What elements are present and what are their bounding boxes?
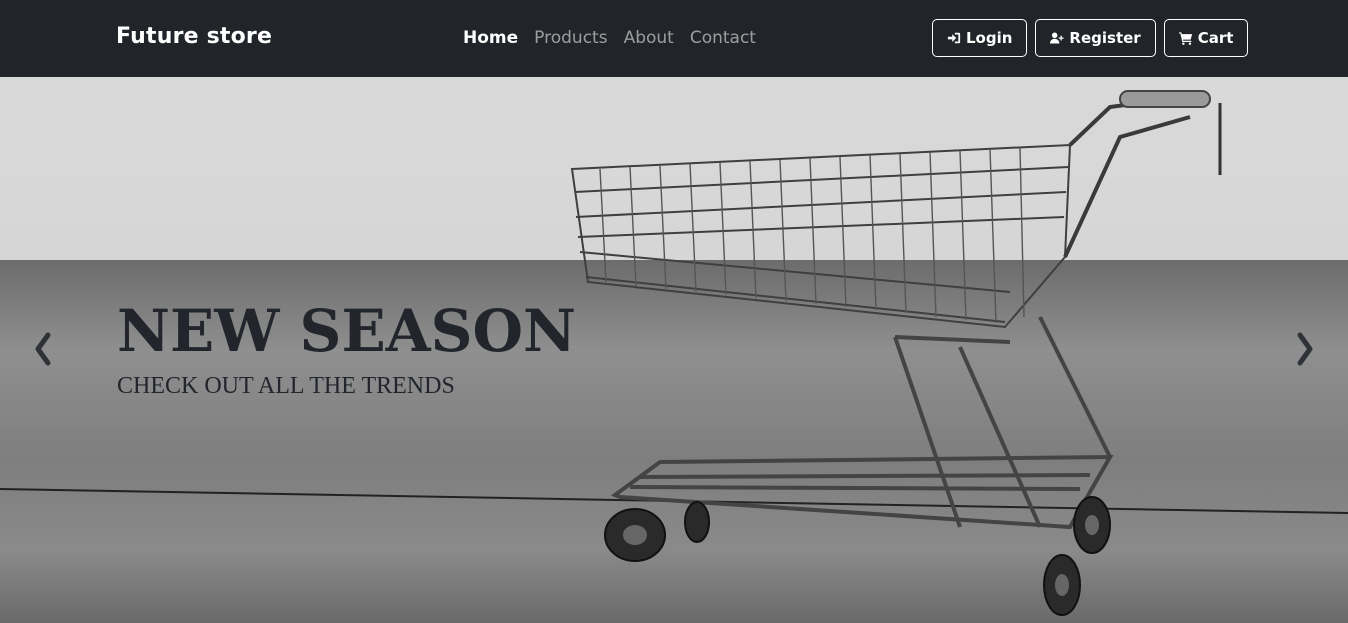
cart-label: Cart [1197, 29, 1234, 47]
hero-title: NEW SEASON [117, 297, 577, 365]
cart-icon [1178, 32, 1192, 45]
login-icon [947, 32, 961, 44]
nav-actions: Login Register Cart [932, 19, 1249, 57]
navbar: Future store Home Products About Contact… [0, 0, 1348, 77]
hero-subtitle: CHECK OUT ALL THE TRENDS [117, 373, 455, 399]
carousel-next-button[interactable] [1286, 329, 1326, 369]
carousel-prev-button[interactable] [22, 329, 62, 369]
register-button[interactable]: Register [1035, 19, 1156, 57]
brand-logo[interactable]: Future store [116, 24, 272, 49]
hero-carousel: NEW SEASON CHECK OUT ALL THE TRENDS [0, 77, 1348, 623]
nav-link-home[interactable]: Home [463, 28, 518, 48]
user-plus-icon [1050, 32, 1064, 44]
nav-link-about[interactable]: About [624, 28, 674, 48]
nav-links: Home Products About Contact [463, 28, 756, 48]
carousel-caption: NEW SEASON CHECK OUT ALL THE TRENDS [117, 299, 576, 400]
nav-link-products[interactable]: Products [534, 28, 607, 48]
login-label: Login [966, 29, 1013, 47]
cart-button[interactable]: Cart [1163, 19, 1249, 57]
nav-link-contact[interactable]: Contact [690, 28, 756, 48]
chevron-left-icon [35, 332, 51, 366]
chevron-right-icon [1297, 332, 1313, 366]
login-button[interactable]: Login [932, 19, 1028, 57]
register-label: Register [1069, 29, 1141, 47]
